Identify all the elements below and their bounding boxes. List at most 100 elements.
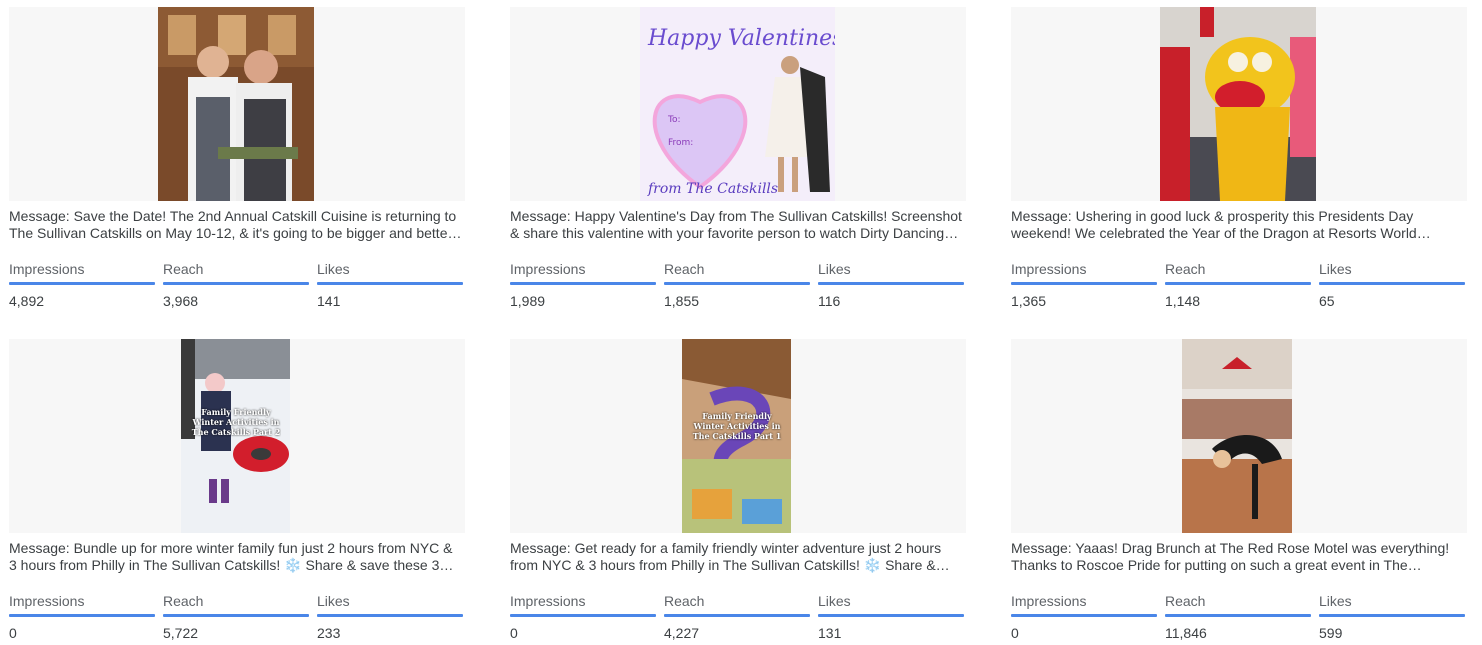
metric-reach: Reach 3,968 [163, 261, 309, 310]
metric-bar [664, 614, 810, 617]
metric-value: 5,722 [163, 625, 199, 641]
metric-value: 1,989 [510, 293, 546, 309]
valentine-from-label: From: [668, 138, 693, 148]
metric-label: Impressions [1011, 593, 1087, 609]
metric-value: 1,855 [664, 293, 700, 309]
metric-value: 4,227 [664, 625, 700, 641]
post-message: Message: Happy Valentine's Day from The … [510, 208, 962, 241]
metric-likes: Likes 116 [818, 261, 964, 310]
metric-bar [1319, 282, 1465, 285]
metric-label: Likes [317, 261, 350, 277]
metric-value: 233 [317, 625, 341, 641]
metric-value: 0 [9, 625, 17, 641]
metric-reach: Reach 1,148 [1165, 261, 1311, 310]
metric-reach: Reach 1,855 [664, 261, 810, 310]
metric-likes: Likes 65 [1319, 261, 1465, 310]
post-message: Message: Save the Date! The 2nd Annual C… [9, 208, 457, 241]
post-metrics: Impressions 1,365 Reach 1,148 Likes 65 [1011, 261, 1467, 310]
post-message: Message: Bundle up for more winter famil… [9, 540, 453, 573]
post-media[interactable] [1011, 7, 1467, 201]
metric-value: 131 [818, 625, 842, 641]
post-card[interactable]: Happy Valentines Day To: From: from The … [510, 7, 966, 310]
metric-label: Likes [818, 593, 851, 609]
metric-value: 116 [818, 293, 841, 309]
metric-bar [1011, 614, 1157, 617]
snow-tubing-video-thumbnail[interactable]: Family Friendly Winter Activities in The… [181, 339, 290, 533]
post-card[interactable]: Family Friendly Winter Activities in The… [510, 339, 966, 642]
metric-label: Impressions [510, 261, 586, 277]
metric-bar [1165, 282, 1311, 285]
post-metrics: Impressions 0 Reach 5,722 Likes 233 [9, 593, 465, 642]
metric-label: Impressions [9, 593, 85, 609]
metric-label: Impressions [1011, 261, 1087, 277]
metric-bar [510, 614, 656, 617]
post-metrics: Impressions 0 Reach 11,846 Likes 599 [1011, 593, 1467, 642]
post-media[interactable] [1011, 339, 1467, 533]
metric-value: 0 [510, 625, 518, 641]
metric-label: Impressions [510, 593, 586, 609]
metric-value: 4,892 [9, 293, 45, 309]
metric-likes: Likes 141 [317, 261, 463, 310]
post-metrics: Impressions 1,989 Reach 1,855 Likes 116 [510, 261, 966, 310]
metric-label: Impressions [9, 261, 85, 277]
metric-value: 1,148 [1165, 293, 1201, 309]
post-card[interactable]: Family Friendly Winter Activities in The… [9, 339, 465, 642]
metric-label: Likes [1319, 593, 1352, 609]
metric-bar [818, 614, 964, 617]
valentine-signature: from The Catskills [647, 181, 778, 197]
metric-label: Reach [1165, 261, 1206, 277]
post-metrics: Impressions 0 Reach 4,227 Likes 131 [510, 593, 966, 642]
post-metrics: Impressions 4,892 Reach 3,968 Likes 141 [9, 261, 465, 310]
post-media[interactable]: Family Friendly Winter Activities in The… [9, 339, 465, 533]
metric-label: Reach [163, 593, 204, 609]
metric-bar [1165, 614, 1311, 617]
metric-bar [317, 282, 463, 285]
metric-value: 65 [1319, 293, 1335, 309]
metric-label: Likes [317, 593, 350, 609]
metric-label: Reach [1165, 593, 1206, 609]
metric-bar [664, 282, 810, 285]
metric-impressions: Impressions 0 [510, 593, 656, 642]
post-card[interactable]: Message: Ushering in good luck & prosper… [1011, 7, 1467, 310]
metric-likes: Likes 233 [317, 593, 463, 642]
metric-value: 0 [1011, 625, 1019, 641]
chefs-photo[interactable] [158, 7, 314, 201]
metric-reach: Reach 11,846 [1165, 593, 1311, 642]
metric-label: Likes [1319, 261, 1352, 277]
post-message: Message: Yaaas! Drag Brunch at The Red R… [1011, 540, 1450, 573]
valentine-to-label: To: [667, 115, 681, 125]
video-caption: Family Friendly Winter Activities in The… [692, 411, 782, 441]
metric-bar [163, 282, 309, 285]
metric-value: 599 [1319, 625, 1343, 641]
valentine-title: Happy Valentines Day [647, 26, 835, 51]
lion-dance-photo[interactable] [1160, 7, 1316, 201]
valentine-card-image[interactable]: Happy Valentines Day To: From: from The … [640, 7, 835, 201]
post-card[interactable]: Message: Yaaas! Drag Brunch at The Red R… [1011, 339, 1467, 642]
metric-likes: Likes 599 [1319, 593, 1465, 642]
metric-impressions: Impressions 0 [9, 593, 155, 642]
metric-bar [9, 282, 155, 285]
post-card[interactable]: Message: Save the Date! The 2nd Annual C… [9, 7, 465, 310]
post-media[interactable]: Family Friendly Winter Activities in The… [510, 339, 966, 533]
metric-label: Reach [664, 261, 705, 277]
metric-impressions: Impressions 0 [1011, 593, 1157, 642]
post-media[interactable] [9, 7, 465, 201]
metric-bar [317, 614, 463, 617]
water-park-video-thumbnail[interactable]: Family Friendly Winter Activities in The… [682, 339, 791, 533]
metric-value: 1,365 [1011, 293, 1047, 309]
metric-impressions: Impressions 4,892 [9, 261, 155, 310]
drag-brunch-video-thumbnail[interactable] [1182, 339, 1292, 533]
video-caption: Family Friendly Winter Activities in The… [191, 407, 281, 437]
metric-label: Reach [664, 593, 705, 609]
metric-bar [1319, 614, 1465, 617]
post-media[interactable]: Happy Valentines Day To: From: from The … [510, 7, 966, 201]
metric-bar [9, 614, 155, 617]
metric-bar [510, 282, 656, 285]
metric-label: Reach [163, 261, 204, 277]
metric-reach: Reach 4,227 [664, 593, 810, 642]
metric-value: 141 [317, 293, 341, 309]
post-message: Message: Get ready for a family friendly… [510, 540, 942, 573]
metric-label: Likes [818, 261, 851, 277]
metric-impressions: Impressions 1,989 [510, 261, 656, 310]
metric-impressions: Impressions 1,365 [1011, 261, 1157, 310]
